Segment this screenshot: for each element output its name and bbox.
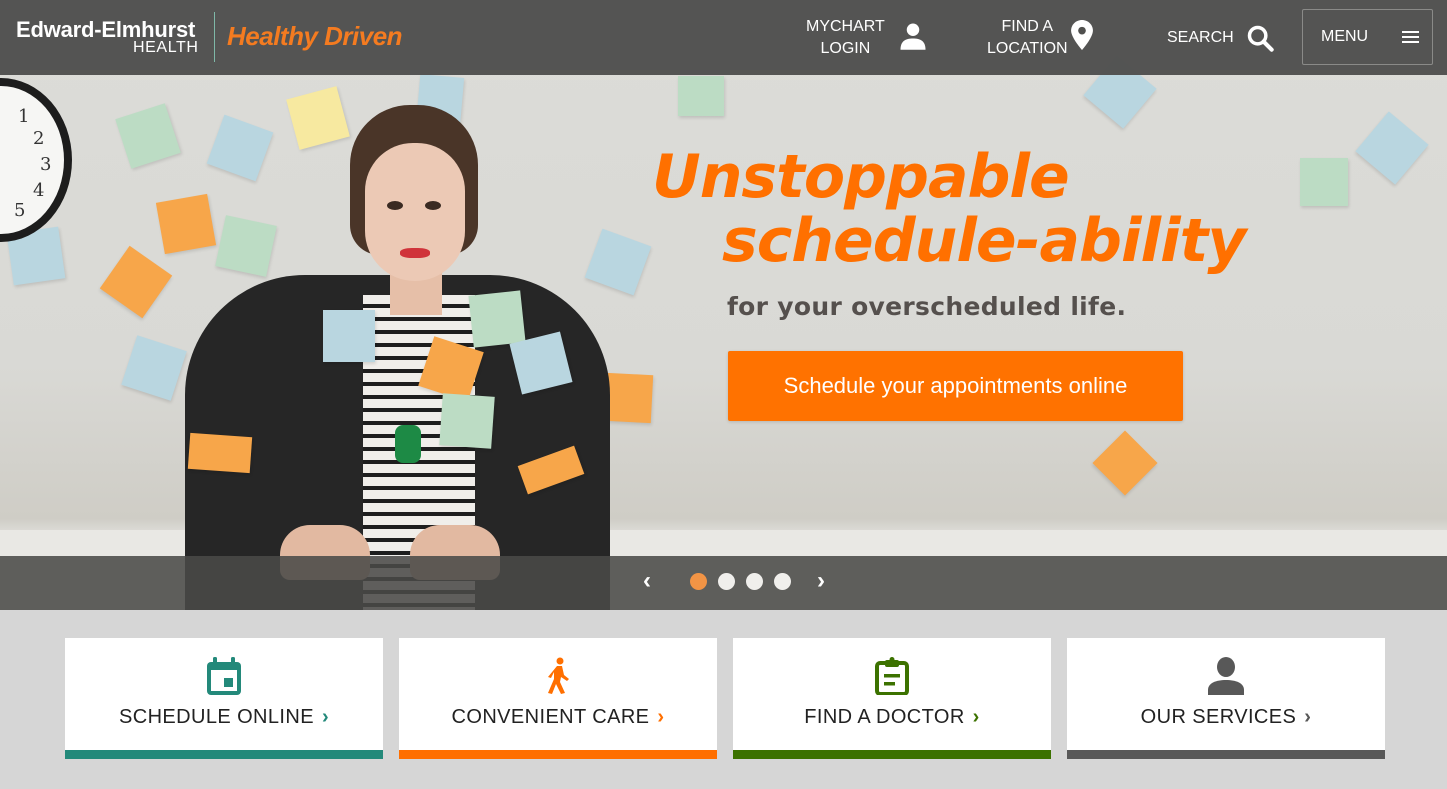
chevron-right-icon: › bbox=[972, 706, 980, 728]
card-convenient-care[interactable]: CONVENIENT CARE › bbox=[399, 638, 717, 759]
hero-headline: Unstoppable schedule-ability bbox=[652, 142, 1246, 276]
sticky-note bbox=[1300, 158, 1348, 206]
chevron-right-icon: › bbox=[321, 706, 329, 728]
sticky-note bbox=[323, 310, 375, 362]
carousel-prev-button[interactable]: ‹ bbox=[636, 567, 658, 595]
menu-label: MENU bbox=[1321, 28, 1369, 45]
site-header: Edward-Elmhurst HEALTH Healthy Driven MY… bbox=[0, 0, 1447, 75]
hero-banner: 1 2 3 4 5 Unstoppable schedule-ability f… bbox=[0, 0, 1447, 610]
sticky-note bbox=[604, 372, 654, 424]
card-label: FIND A DOCTOR › bbox=[733, 706, 1051, 729]
nav-label-line: LOGIN bbox=[820, 39, 871, 57]
face bbox=[365, 143, 465, 281]
tagline: Healthy Driven bbox=[227, 21, 403, 51]
card-label: SCHEDULE ONLINE › bbox=[65, 706, 383, 729]
card-schedule-online[interactable]: SCHEDULE ONLINE › bbox=[65, 638, 383, 759]
carousel-dots bbox=[684, 572, 796, 590]
sticky-note bbox=[439, 393, 495, 449]
headline-line-1: Unstoppable bbox=[652, 142, 1070, 212]
walking-person-icon bbox=[538, 656, 578, 696]
sticky-note bbox=[1092, 430, 1158, 496]
nav-label-line: LOCATION bbox=[987, 39, 1068, 57]
card-find-doctor[interactable]: FIND A DOCTOR › bbox=[733, 638, 1051, 759]
headline-line-2: schedule-ability bbox=[722, 206, 1246, 276]
sticky-note bbox=[678, 76, 724, 116]
logo-sub: HEALTH bbox=[133, 39, 199, 56]
sticky-note bbox=[115, 103, 181, 169]
clock-number: 5 bbox=[14, 200, 26, 221]
hamburger-icon bbox=[1402, 31, 1420, 43]
schedule-appointments-button[interactable]: Schedule your appointments online bbox=[728, 351, 1183, 421]
card-label-text: OUR SERVICES bbox=[1140, 706, 1297, 728]
sticky-note bbox=[1355, 111, 1429, 185]
clock-number: 2 bbox=[33, 128, 45, 149]
sticky-note bbox=[99, 245, 173, 319]
eye bbox=[387, 201, 403, 210]
card-label-text: FIND A DOCTOR bbox=[804, 706, 965, 728]
eye bbox=[425, 201, 441, 210]
carousel-controls: ‹ › bbox=[636, 567, 832, 595]
clock-number: 3 bbox=[40, 154, 52, 175]
location-label: FIND A LOCATION bbox=[987, 16, 1068, 60]
card-accent-bar bbox=[399, 750, 717, 759]
card-accent-bar bbox=[1067, 750, 1385, 759]
chevron-right-icon: › bbox=[657, 706, 665, 728]
clock-number: 1 bbox=[18, 106, 30, 127]
nav-label-line: FIND A bbox=[1001, 17, 1054, 35]
map-pin-icon bbox=[1070, 19, 1093, 50]
carousel-dot-2[interactable] bbox=[717, 572, 735, 590]
woman-photo bbox=[185, 105, 610, 610]
mychart-login-link[interactable]: MYCHART LOGIN bbox=[806, 0, 928, 75]
menu-button[interactable]: MENU bbox=[1302, 9, 1433, 65]
pendant bbox=[395, 425, 421, 463]
person-icon bbox=[900, 23, 926, 50]
search-icon bbox=[1247, 25, 1274, 52]
find-location-link[interactable]: FIND A LOCATION bbox=[987, 0, 1093, 75]
quick-links: SCHEDULE ONLINE › CONVENIENT CARE › FIND… bbox=[65, 638, 1385, 759]
person-icon bbox=[1206, 656, 1246, 696]
sticky-note bbox=[187, 432, 253, 474]
card-label-text: CONVENIENT CARE bbox=[451, 706, 650, 728]
calendar-icon bbox=[204, 656, 244, 696]
card-label-text: SCHEDULE ONLINE bbox=[119, 706, 314, 728]
card-label: OUR SERVICES › bbox=[1067, 706, 1385, 729]
nav-label-line: MYCHART bbox=[806, 17, 885, 35]
mychart-label: MYCHART LOGIN bbox=[806, 16, 885, 60]
carousel-dot-4[interactable] bbox=[773, 572, 791, 590]
carousel-dot-1[interactable] bbox=[689, 572, 707, 590]
card-label: CONVENIENT CARE › bbox=[399, 706, 717, 729]
hero-subline: for your overscheduled life. bbox=[727, 292, 1127, 321]
logo-divider bbox=[214, 12, 215, 62]
carousel-next-button[interactable]: › bbox=[810, 567, 832, 595]
card-our-services[interactable]: OUR SERVICES › bbox=[1067, 638, 1385, 759]
sticky-note bbox=[121, 335, 187, 401]
clipboard-icon bbox=[872, 656, 912, 696]
wall-clock: 1 2 3 4 5 bbox=[0, 78, 72, 242]
search-label: SEARCH bbox=[1167, 28, 1234, 46]
lips bbox=[400, 248, 430, 258]
card-accent-bar bbox=[733, 750, 1051, 759]
chevron-right-icon: › bbox=[1304, 706, 1312, 728]
carousel-dot-3[interactable] bbox=[745, 572, 763, 590]
clock-number: 4 bbox=[33, 180, 45, 201]
search-button[interactable]: SEARCH bbox=[1167, 0, 1274, 75]
card-accent-bar bbox=[65, 750, 383, 759]
sticky-note bbox=[468, 290, 526, 348]
